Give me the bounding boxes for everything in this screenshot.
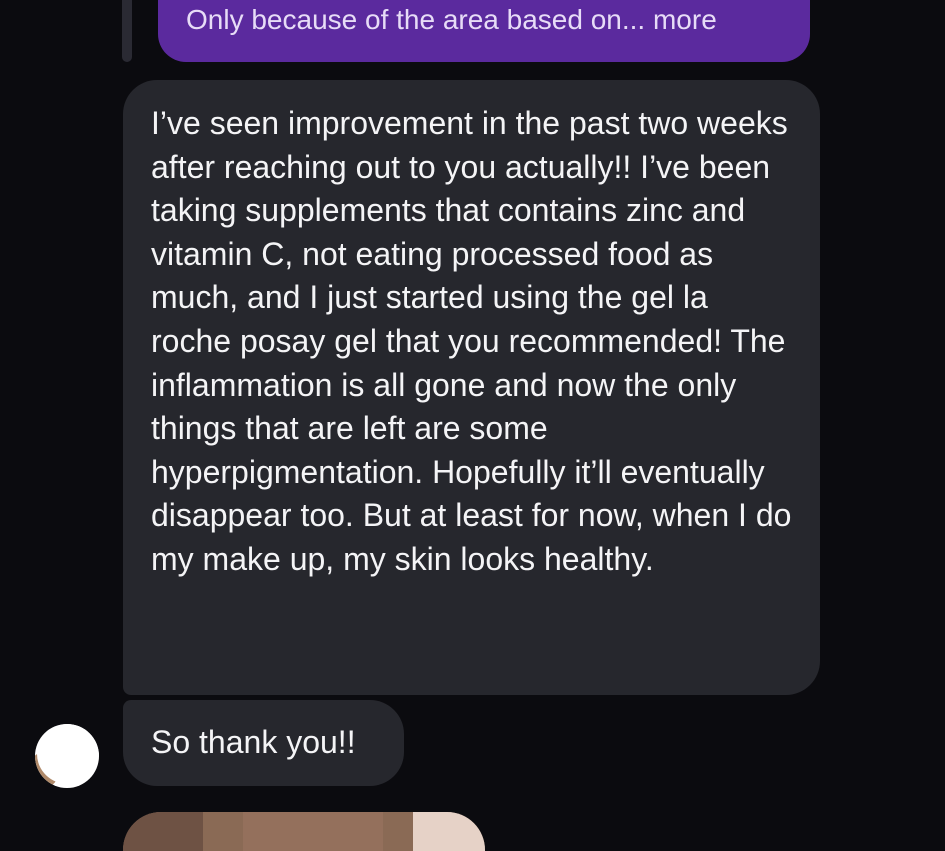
photo-attachment[interactable] [123,812,485,851]
message-bubble[interactable]: So thank you!! [123,700,404,786]
quoted-reply-text[interactable]: Only because of the area based on... mor… [186,4,717,36]
photo-region [243,812,383,851]
quoted-reply-bubble[interactable]: Only because of the area based on... mor… [158,0,810,62]
sender-avatar[interactable] [35,724,99,788]
reply-thread-line [122,0,132,62]
photo-region [123,812,203,851]
message-text: So thank you!! [151,724,356,760]
message-text: I’ve seen improvement in the past two we… [151,105,792,577]
avatar-redaction [37,724,99,784]
photo-region [413,812,485,851]
message-bubble[interactable]: I’ve seen improvement in the past two we… [123,80,820,695]
